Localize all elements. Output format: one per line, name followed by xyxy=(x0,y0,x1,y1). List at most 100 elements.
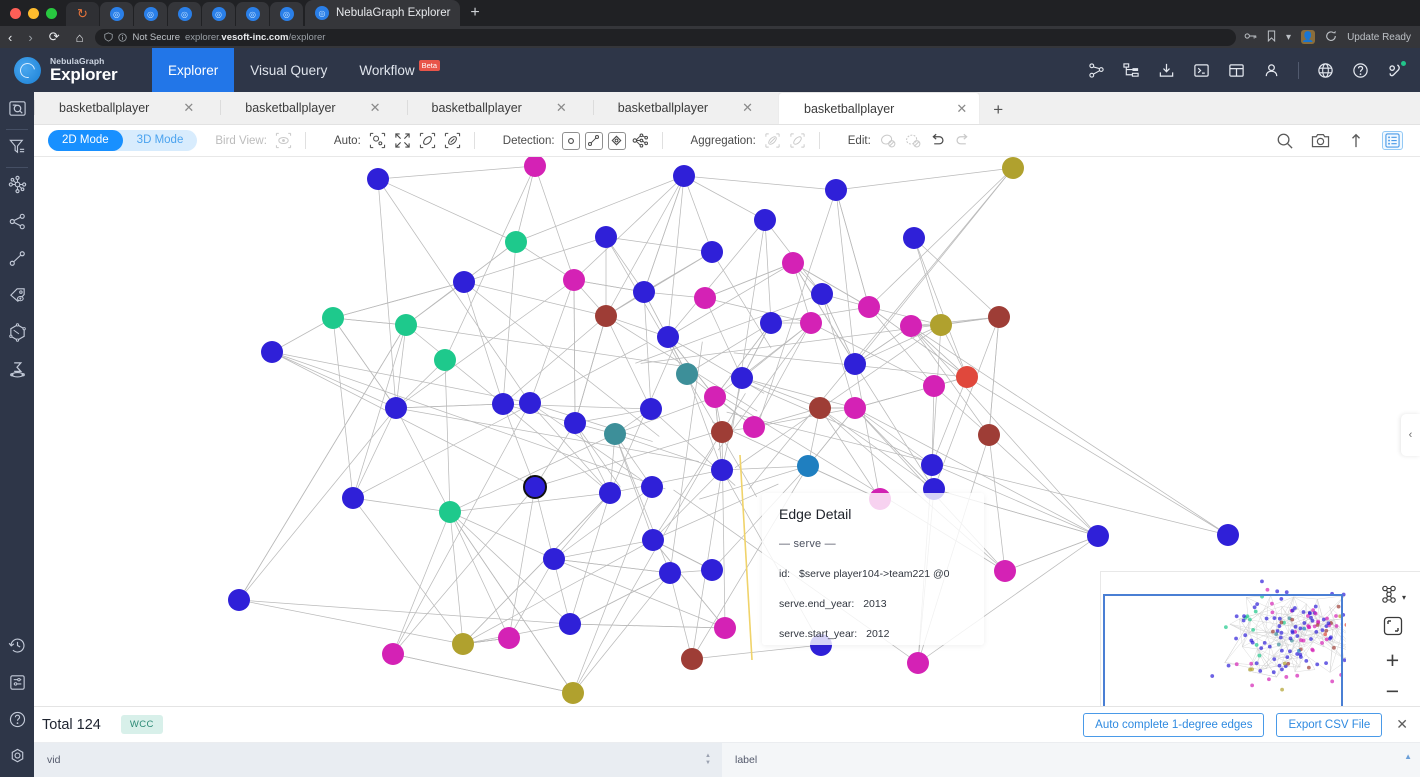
graph-tab-5-active[interactable]: basketballplayer ✕ xyxy=(779,93,980,124)
close-tab-icon[interactable]: ✕ xyxy=(708,100,779,116)
graph-node[interactable] xyxy=(505,231,527,253)
forward-button[interactable]: › xyxy=(20,30,40,45)
close-tab-icon[interactable]: ✕ xyxy=(522,100,593,116)
eye-icon[interactable] xyxy=(274,131,294,151)
auto-complete-edges-button[interactable]: Auto complete 1-degree edges xyxy=(1083,712,1265,737)
camera-icon[interactable] xyxy=(1311,132,1330,149)
fit-screen-button[interactable] xyxy=(1376,613,1410,644)
auto-expand-icon[interactable] xyxy=(418,131,438,151)
diamond-detect-icon[interactable] xyxy=(607,131,626,150)
graph-node[interactable] xyxy=(714,617,736,639)
graph-node[interactable] xyxy=(701,559,723,581)
mode-2d-button[interactable]: 2D Mode xyxy=(48,130,123,151)
graph-node[interactable] xyxy=(562,682,584,704)
scroll-up-icon[interactable]: ▲ xyxy=(1404,753,1412,761)
graph-node[interactable] xyxy=(452,633,474,655)
graph-node[interactable] xyxy=(642,529,664,551)
browser-tab[interactable]: ◎ xyxy=(134,2,167,26)
dimension-mode-switch[interactable]: 2D Mode 3D Mode xyxy=(48,130,198,151)
graph-node[interactable] xyxy=(701,241,723,263)
auto-collapse-icon[interactable] xyxy=(393,131,413,151)
sidebar-item-search-node[interactable] xyxy=(0,92,34,129)
graph-node[interactable] xyxy=(564,412,586,434)
graph-node[interactable] xyxy=(754,209,776,231)
nav-item-visual-query[interactable]: Visual Query xyxy=(234,48,343,92)
browser-tab[interactable]: ◎ xyxy=(202,2,235,26)
graph-node[interactable] xyxy=(676,363,698,385)
graph-node[interactable] xyxy=(825,179,847,201)
graph-node[interactable] xyxy=(563,269,585,291)
node-detect-icon[interactable] xyxy=(561,131,580,150)
graph-node[interactable] xyxy=(930,314,952,336)
graph-node[interactable] xyxy=(385,397,407,419)
sort-arrows-icon[interactable]: ▲ ▼ xyxy=(705,753,711,766)
graph-node[interactable] xyxy=(809,397,831,419)
graph-node[interactable] xyxy=(704,386,726,408)
sidebar-item-edge[interactable] xyxy=(0,242,34,279)
graph-node[interactable] xyxy=(903,227,925,249)
graph-node[interactable] xyxy=(800,312,822,334)
graph-node[interactable] xyxy=(453,271,475,293)
graph-tab-3[interactable]: basketballplayer ✕ xyxy=(406,91,593,124)
graph-node[interactable] xyxy=(640,398,662,420)
graph-node[interactable] xyxy=(492,393,514,415)
sidebar-item-settings-list[interactable] xyxy=(0,666,34,703)
sidebar-item-help[interactable] xyxy=(0,703,34,740)
globe-icon[interactable] xyxy=(1317,62,1334,79)
sidebar-item-history[interactable] xyxy=(0,629,34,666)
export-csv-button[interactable]: Export CSV File xyxy=(1276,712,1383,737)
graph-node[interactable] xyxy=(228,589,250,611)
help-icon[interactable] xyxy=(1352,62,1369,79)
bookmark-icon[interactable] xyxy=(1267,30,1276,45)
add-graph-tab-button[interactable]: + xyxy=(979,100,1017,124)
graph-node[interactable] xyxy=(673,165,695,187)
table-column-label-col[interactable]: label ▲ xyxy=(722,743,1420,777)
maximize-window-button[interactable] xyxy=(46,8,57,19)
graph-node[interactable] xyxy=(659,562,681,584)
browser-tab-active[interactable]: ◎ NebulaGraph Explorer xyxy=(305,0,461,26)
graph-schema-icon[interactable] xyxy=(1088,62,1105,79)
graph-node[interactable] xyxy=(595,305,617,327)
graph-node[interactable] xyxy=(681,648,703,670)
graph-node[interactable] xyxy=(395,314,417,336)
graph-tab-4[interactable]: basketballplayer ✕ xyxy=(592,91,779,124)
zoom-in-button[interactable]: + xyxy=(1376,645,1410,676)
import-icon[interactable] xyxy=(1158,62,1175,79)
search-icon[interactable] xyxy=(1276,132,1294,150)
graph-node[interactable] xyxy=(694,287,716,309)
export-icon[interactable] xyxy=(1347,132,1365,150)
auto-expand-alt-icon[interactable] xyxy=(443,131,463,151)
minimize-window-button[interactable] xyxy=(28,8,39,19)
nav-item-explorer[interactable]: Explorer xyxy=(152,48,235,92)
graph-node[interactable] xyxy=(1002,157,1024,179)
close-icon[interactable]: ✕ xyxy=(1394,716,1408,733)
graph-node[interactable] xyxy=(907,652,929,674)
graph-node[interactable] xyxy=(523,475,547,499)
graph-node[interactable] xyxy=(782,252,804,274)
browser-tab[interactable]: ◎ xyxy=(236,2,269,26)
minimap-viewport-rect[interactable] xyxy=(1103,594,1343,706)
reload-icon[interactable]: ⟳ xyxy=(41,29,68,45)
close-tab-icon[interactable]: ✕ xyxy=(336,100,407,116)
graph-tab-1[interactable]: basketballplayer ✕ xyxy=(34,91,220,124)
sidebar-item-expand-node[interactable] xyxy=(0,168,34,205)
graph-node[interactable] xyxy=(367,168,389,190)
graph-node[interactable] xyxy=(844,353,866,375)
dashboard-icon[interactable] xyxy=(1228,62,1245,79)
address-bar[interactable]: Not Secure explorer.vesoft-inc.com/explo… xyxy=(95,28,1237,46)
graph-node[interactable] xyxy=(797,455,819,477)
browser-tab[interactable]: ◎ xyxy=(270,2,303,26)
browser-tab[interactable]: ◎ xyxy=(100,2,133,26)
home-icon[interactable]: ⌂ xyxy=(68,30,92,45)
console-icon[interactable] xyxy=(1193,62,1210,79)
close-tab-icon[interactable]: ✕ xyxy=(894,101,979,117)
graph-node[interactable] xyxy=(844,397,866,419)
auto-layout-icon[interactable] xyxy=(368,131,388,151)
graph-node[interactable] xyxy=(956,366,978,388)
right-panel-collapse-handle[interactable]: ‹ xyxy=(1401,414,1420,456)
graph-node[interactable] xyxy=(524,157,546,177)
graph-node[interactable] xyxy=(543,548,565,570)
graph-node[interactable] xyxy=(978,424,1000,446)
graph-node[interactable] xyxy=(434,349,456,371)
graph-node[interactable] xyxy=(711,459,733,481)
